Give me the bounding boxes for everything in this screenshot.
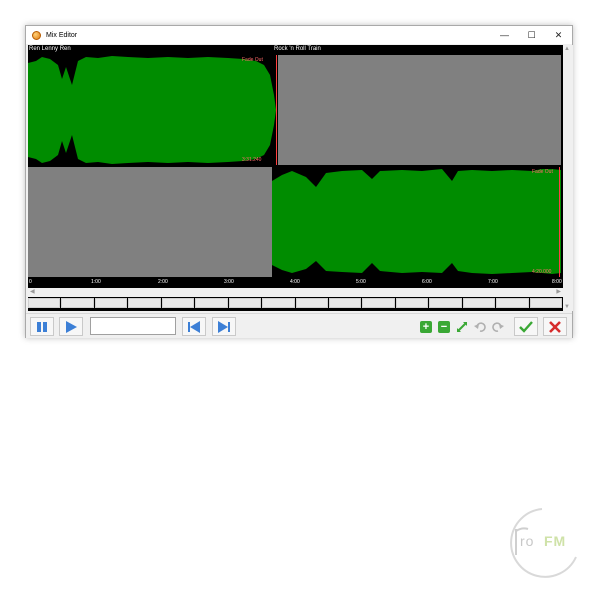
logo-text-suffix: FM — [544, 533, 567, 549]
tick-label: 7:00 — [488, 279, 498, 285]
track-2-title: Rock 'n Roll Train — [274, 46, 321, 52]
tick-label: 1:00 — [91, 279, 101, 285]
watermark-logo: ro FM — [502, 505, 582, 581]
segment-cell[interactable] — [228, 298, 262, 308]
scroll-left-icon[interactable]: ◀ — [30, 288, 35, 295]
zoom-out-icon: − — [438, 320, 450, 333]
segment-cell[interactable] — [128, 298, 161, 308]
segment-cell[interactable] — [328, 298, 362, 308]
play-button[interactable] — [59, 317, 83, 336]
undo-icon — [474, 321, 486, 332]
cancel-icon — [549, 320, 561, 333]
scroll-right-icon[interactable]: ▶ — [556, 288, 561, 295]
track-1-fade-label: Fade Out — [242, 57, 263, 63]
scroll-up-icon[interactable]: ▲ — [564, 46, 570, 52]
cancel-button[interactable] — [543, 317, 567, 336]
tick-label: 2:00 — [158, 279, 168, 285]
segment-cell[interactable] — [462, 298, 496, 308]
vertical-scrollbar[interactable]: ▲ ▼ — [563, 45, 573, 311]
redo-icon — [492, 321, 504, 332]
tick-label: 4:00 — [290, 279, 300, 285]
segment-cell[interactable] — [28, 298, 61, 308]
segment-cell[interactable] — [395, 298, 429, 308]
time-input[interactable] — [90, 317, 176, 335]
bottom-toolbar: + − — [26, 313, 572, 338]
horizontal-scrollbar[interactable]: ◀ ▶ — [28, 288, 563, 297]
zoom-out-button[interactable]: − — [435, 317, 453, 336]
skip-start-button[interactable] — [182, 317, 206, 336]
mix-editor-window: Mix Editor — ☐ ✕ Ren Lenny Ren Rock 'n R… — [25, 25, 573, 338]
track-2-waveform[interactable] — [272, 167, 561, 277]
pause-button[interactable] — [30, 317, 54, 336]
segment-cell[interactable] — [295, 298, 328, 308]
title-bar[interactable]: Mix Editor — ☐ ✕ — [26, 26, 572, 44]
segment-cell[interactable] — [496, 298, 529, 308]
segment-strip — [28, 298, 563, 310]
track-1-time-label: 3:31.240 — [242, 157, 262, 163]
skip-end-button[interactable] — [212, 317, 236, 336]
track-1-empty-area — [278, 55, 561, 165]
fit-button[interactable] — [453, 317, 471, 336]
logo-graphic — [510, 508, 577, 578]
tick-label: 6:00 — [422, 279, 432, 285]
segment-cell[interactable] — [529, 298, 562, 308]
track-2-fade-label: Fade Out — [532, 169, 553, 175]
segment-cell[interactable] — [362, 298, 395, 308]
tick-label: 0 — [29, 279, 32, 285]
app-icon — [32, 30, 41, 40]
zoom-in-button[interactable]: + — [417, 317, 435, 336]
track-1-waveform[interactable] — [28, 55, 278, 165]
logo-text-prefix: ro — [520, 533, 535, 549]
track-2-time-label: 4:20.000 — [532, 269, 552, 275]
tracks-area[interactable]: Ren Lenny Ren Rock 'n Roll Train Fade Ou… — [28, 45, 563, 311]
close-button[interactable]: ✕ — [545, 26, 572, 44]
skip-start-icon — [188, 320, 200, 333]
segment-cell[interactable] — [161, 298, 195, 308]
play-icon — [66, 320, 77, 333]
undo-button[interactable] — [471, 317, 489, 336]
redo-button[interactable] — [489, 317, 507, 336]
zoom-in-icon: + — [420, 320, 432, 333]
minimize-button[interactable]: — — [491, 26, 518, 44]
tick-label: 5:00 — [356, 279, 366, 285]
timeline-ruler[interactable]: 0 1:00 2:00 3:00 4:00 5:00 6:00 7:00 8:0… — [28, 278, 563, 287]
segment-cell[interactable] — [61, 298, 94, 308]
scroll-down-icon[interactable]: ▼ — [564, 304, 570, 310]
pause-icon — [37, 321, 47, 332]
fit-icon — [457, 321, 467, 332]
track-1-lane[interactable]: Fade Out 3:31.240 — [28, 55, 561, 165]
track-1-title: Ren Lenny Ren — [29, 46, 71, 52]
confirm-button[interactable] — [514, 317, 538, 336]
tick-label: 8:00 — [552, 279, 562, 285]
track-1-fade-marker[interactable] — [276, 55, 277, 165]
segment-cell[interactable] — [195, 298, 228, 308]
track-2-lane[interactable]: Fade Out 4:20.000 — [28, 167, 561, 277]
segment-cell[interactable] — [94, 298, 128, 308]
tick-label: 3:00 — [224, 279, 234, 285]
track-2-fade-marker[interactable] — [559, 167, 560, 277]
segment-cell[interactable] — [429, 298, 462, 308]
maximize-button[interactable]: ☐ — [518, 26, 545, 44]
confirm-icon — [519, 320, 533, 333]
skip-end-icon — [218, 320, 230, 333]
window-title: Mix Editor — [46, 31, 78, 39]
segment-cell[interactable] — [262, 298, 295, 308]
